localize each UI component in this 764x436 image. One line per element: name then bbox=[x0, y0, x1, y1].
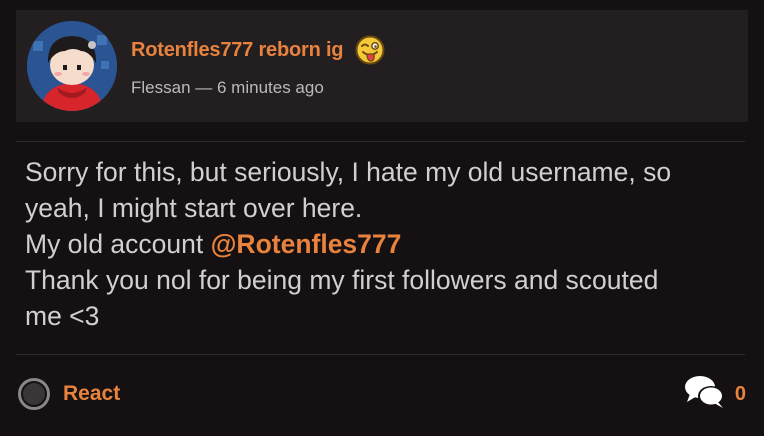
body-line-prefix: My old account bbox=[25, 229, 211, 259]
timestamp[interactable]: 6 minutes ago bbox=[217, 78, 324, 97]
body-line: Thank you nol for being my first followe… bbox=[25, 265, 659, 295]
comments-button[interactable]: 0 bbox=[683, 374, 746, 414]
tongue-out-emoji-icon bbox=[355, 35, 385, 65]
post-meta: Flessan — 6 minutes ago bbox=[131, 78, 324, 98]
comment-count: 0 bbox=[734, 382, 746, 405]
divider-bottom bbox=[16, 354, 745, 355]
body-line: me <3 bbox=[25, 301, 100, 331]
post-header: Rotenfles777 reborn ig Flessan — 6 minut… bbox=[16, 10, 748, 122]
body-line: yeah, I might start over here. bbox=[25, 193, 363, 223]
react-button[interactable]: React bbox=[18, 374, 120, 414]
post-title-row: Rotenfles777 reborn ig bbox=[131, 34, 385, 66]
comments-icon bbox=[683, 374, 727, 415]
react-label: React bbox=[63, 382, 121, 405]
meta-separator: — bbox=[195, 78, 213, 97]
mention-link[interactable]: @Rotenfles777 bbox=[211, 229, 402, 259]
body-line-with-mention: My old account @Rotenfles777 bbox=[25, 226, 740, 262]
divider-top bbox=[16, 141, 745, 142]
avatar[interactable] bbox=[27, 21, 117, 111]
username-link[interactable]: Flessan bbox=[131, 78, 191, 97]
body-line: Sorry for this, but seriously, I hate my… bbox=[25, 157, 672, 187]
react-circle-icon bbox=[18, 378, 50, 410]
post-body: Sorry for this, but seriously, I hate my… bbox=[25, 154, 740, 334]
author-display-name[interactable]: Rotenfles777 reborn ig bbox=[131, 39, 344, 62]
